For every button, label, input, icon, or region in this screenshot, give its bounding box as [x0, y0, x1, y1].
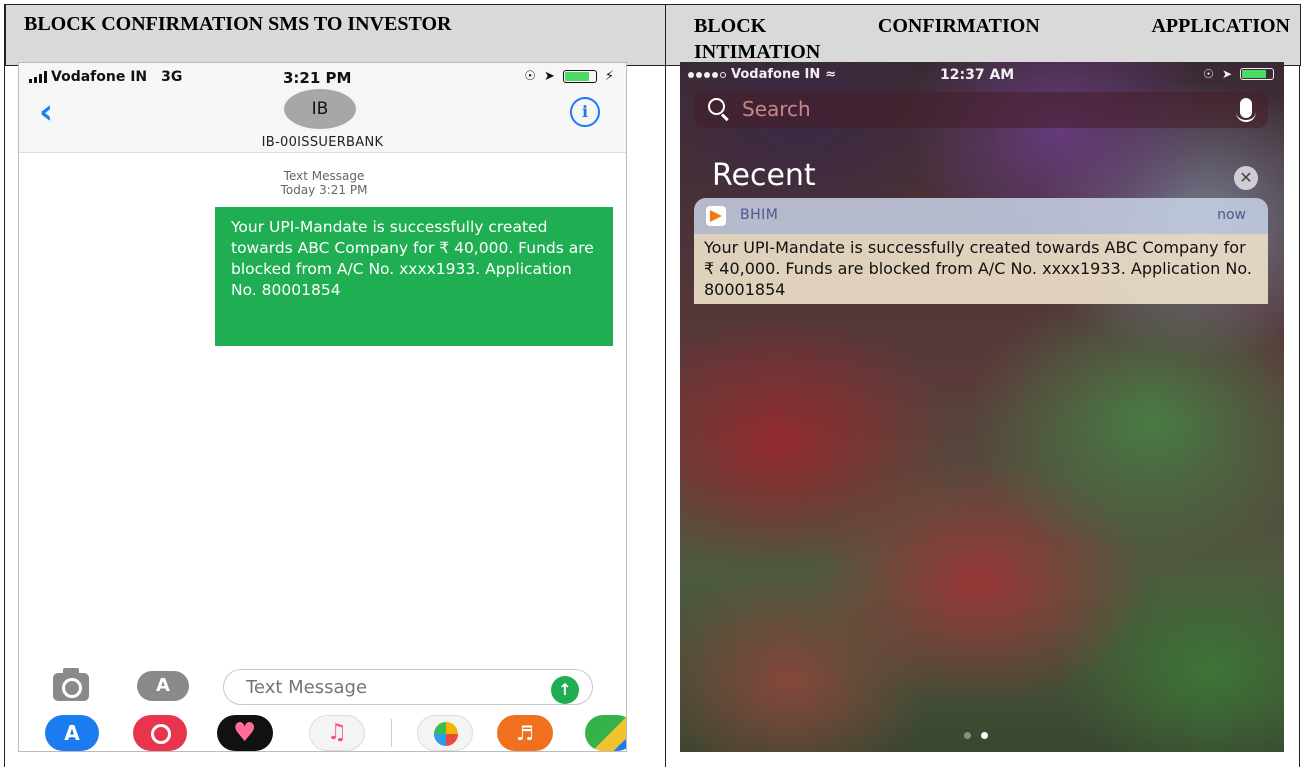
orientation-lock-icon: ☉	[524, 69, 536, 84]
battery-icon	[562, 70, 597, 83]
carrier-info-dark: Vodafone IN ≈	[688, 67, 836, 82]
header-application-intimation: BLOCK CONFIRMATION APPLICATION INTIMATIO…	[665, 4, 1301, 66]
message-type: Text Message	[283, 169, 365, 183]
message-meta: Text Message Today 3:21 PM	[259, 169, 389, 197]
status-time-dark: 12:37 AM	[940, 67, 1015, 83]
tray-separator	[391, 719, 392, 747]
bhim-notification[interactable]: BHIM now Your UPI-Mandate is successfull…	[694, 198, 1268, 304]
sms-message-bubble[interactable]: Your UPI-Mandate is successfully created…	[215, 207, 613, 346]
status-right-icons-dark: ☉ ➤	[1203, 67, 1274, 81]
back-chevron-icon[interactable]: ‹	[39, 95, 53, 129]
header-right-word-3: APPLICATION	[1151, 15, 1290, 37]
battery-icon-dark	[1240, 68, 1274, 80]
bhim-app-icon	[706, 206, 726, 226]
imessage-app-tray: A ♫ ♬	[19, 713, 626, 751]
app-store-icon[interactable]: A	[137, 671, 189, 701]
page-indicator	[964, 732, 988, 739]
orientation-lock-icon-dark: ☉	[1203, 67, 1214, 81]
send-arrow-icon[interactable]: ↑	[551, 676, 579, 704]
message-input[interactable]	[223, 669, 593, 705]
wifi-icon: ≈	[825, 67, 837, 82]
network-type: 3G	[161, 69, 183, 85]
recent-section-title: Recent	[712, 158, 816, 193]
notification-screenshot: Vodafone IN ≈ 12:37 AM ☉ ➤ Search Recent…	[680, 62, 1284, 752]
status-right-icons: ☉ ➤ ⚡	[524, 69, 614, 84]
header-right-word-2: CONFIRMATION	[877, 15, 1040, 37]
clear-notifications-icon[interactable]: ✕	[1234, 166, 1258, 190]
avatar-initials: IB	[311, 99, 329, 119]
notification-body: Your UPI-Mandate is successfully created…	[694, 234, 1268, 304]
header-sms-to-investor: BLOCK CONFIRMATION SMS TO INVESTOR	[5, 4, 666, 66]
tray-web-search-icon[interactable]	[133, 715, 187, 751]
carrier-name-dark: Vodafone IN	[731, 67, 821, 82]
column-divider	[665, 66, 666, 767]
tray-app-store-icon[interactable]: A	[45, 715, 99, 751]
carrier-name: Vodafone IN	[51, 69, 148, 85]
message-timestamp: Today 3:21 PM	[280, 183, 368, 197]
sender-id[interactable]: IB-00ISSUERBANK	[19, 135, 626, 150]
camera-icon[interactable]	[53, 668, 89, 701]
header-right-line1: BLOCK CONFIRMATION APPLICATION	[694, 13, 1290, 39]
tray-photos-icon[interactable]	[417, 715, 473, 751]
search-placeholder: Search	[742, 97, 811, 121]
search-icon	[708, 98, 728, 118]
messages-nav-bar: Vodafone IN 3G 3:21 PM ☉ ➤ ⚡ ‹ IB IB-00I…	[19, 63, 626, 153]
notification-search-bar[interactable]: Search	[694, 92, 1268, 128]
notification-time: now	[1217, 207, 1246, 223]
header-right-word-1: BLOCK	[694, 15, 767, 37]
status-time: 3:21 PM	[283, 69, 352, 87]
location-arrow-icon-dark: ➤	[1221, 67, 1232, 81]
page-dot-1	[964, 732, 971, 739]
signal-bars-icon	[29, 71, 47, 83]
tray-garageband-icon[interactable]: ♬	[497, 715, 553, 751]
status-bar-dark: Vodafone IN ≈ 12:37 AM ☉ ➤	[680, 66, 1284, 86]
tray-maps-icon[interactable]	[585, 715, 626, 751]
notification-header: BHIM now	[694, 198, 1268, 234]
page-dot-2-active	[981, 732, 988, 739]
info-icon[interactable]: i	[570, 97, 600, 127]
microphone-icon[interactable]	[1236, 98, 1256, 122]
status-bar: Vodafone IN 3G 3:21 PM ☉ ➤ ⚡	[19, 67, 626, 89]
carrier-info: Vodafone IN 3G	[29, 69, 182, 85]
message-composer: A ↑	[19, 667, 626, 707]
sms-screenshot: Vodafone IN 3G 3:21 PM ☉ ➤ ⚡ ‹ IB IB-00I…	[18, 62, 627, 752]
notification-app-name: BHIM	[740, 207, 779, 223]
charging-bolt-icon: ⚡	[604, 69, 614, 84]
signal-dots-icon	[688, 71, 726, 78]
tray-digital-touch-icon[interactable]	[217, 715, 273, 751]
location-arrow-icon: ➤	[543, 69, 555, 84]
contact-avatar[interactable]: IB	[284, 89, 356, 129]
tray-music-icon[interactable]: ♫	[309, 715, 365, 751]
header-left-text: BLOCK CONFIRMATION SMS TO INVESTOR	[24, 13, 452, 35]
